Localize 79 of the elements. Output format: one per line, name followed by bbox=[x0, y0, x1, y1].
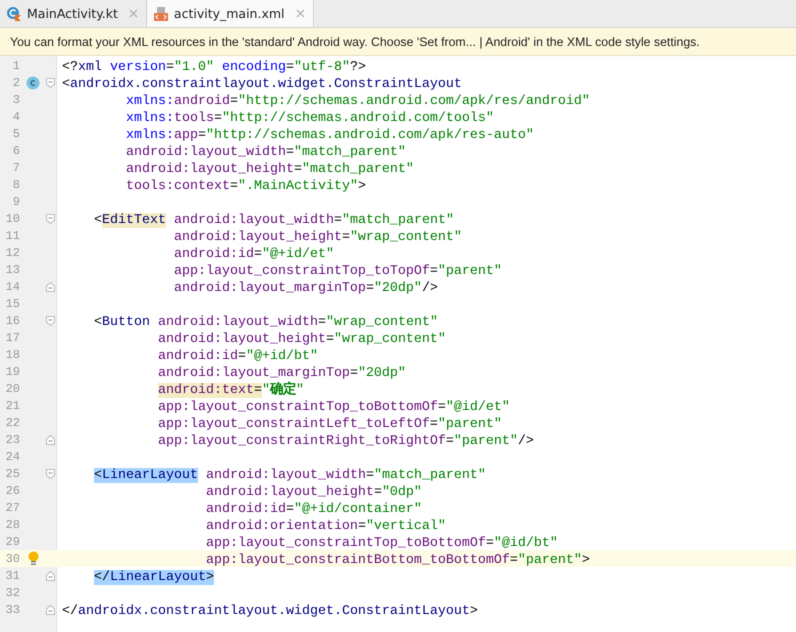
code-line: tools:context=".MainActivity"> bbox=[124, 179, 366, 194]
line-number: 29 bbox=[4, 534, 20, 548]
close-icon[interactable] bbox=[296, 9, 304, 18]
line-number: 2 bbox=[12, 76, 20, 90]
line-number: 19 bbox=[4, 364, 20, 378]
code-line: android:layout_marginTop="20dp"/> bbox=[172, 281, 438, 296]
fold-icon[interactable] bbox=[46, 78, 55, 88]
close-icon[interactable] bbox=[128, 9, 138, 18]
line-number: 31 bbox=[4, 568, 20, 582]
line-number: 7 bbox=[12, 160, 20, 174]
kotlin-file-icon bbox=[6, 6, 22, 22]
line-number: 11 bbox=[4, 228, 20, 242]
file-tab[interactable]: activity_main.xml bbox=[146, 0, 314, 27]
code-line: xmlns:tools="http://schemas.android.com/tools" bbox=[124, 111, 494, 126]
line-number: 17 bbox=[4, 330, 20, 344]
line-number: 12 bbox=[4, 246, 20, 260]
line-number: 22 bbox=[4, 416, 20, 430]
line-number: 25 bbox=[4, 466, 20, 480]
fold-icon[interactable] bbox=[46, 434, 55, 444]
line-number: 20 bbox=[4, 382, 20, 396]
line-number: 14 bbox=[4, 280, 20, 294]
code-line: android:layout_height="wrap_content" bbox=[172, 230, 462, 245]
line-number: 26 bbox=[4, 484, 20, 498]
code-line: android:layout_marginTop="20dp" bbox=[156, 366, 406, 381]
code-line: android:layout_width="match_parent" bbox=[124, 145, 406, 160]
line-number: 3 bbox=[12, 92, 20, 106]
code-line: <androidx.constraintlayout.widget.ConstraintLayout bbox=[62, 77, 462, 92]
code-line: app:layout_constraintBottom_toBottomOf="parent"> bbox=[204, 553, 590, 568]
line-number: 16 bbox=[4, 314, 20, 328]
code-line: app:layout_constraintTop_toTopOf="parent" bbox=[172, 264, 502, 279]
line-number: 23 bbox=[4, 432, 20, 446]
fold-icon[interactable] bbox=[46, 570, 55, 580]
code-line: <Button android:layout_width="wrap_content" bbox=[92, 315, 438, 330]
line-number: 13 bbox=[4, 262, 20, 276]
code-line: app:layout_constraintTop_toBottomOf="@id/et" bbox=[156, 400, 510, 415]
fold-icon[interactable] bbox=[46, 316, 55, 326]
fold-icon[interactable] bbox=[46, 468, 55, 478]
code-line: android:id="@+id/bt" bbox=[156, 349, 318, 364]
line-number: 24 bbox=[4, 450, 20, 464]
fold-icon[interactable] bbox=[46, 214, 55, 224]
line-number: 1 bbox=[12, 58, 20, 72]
fold-icon[interactable] bbox=[46, 604, 55, 614]
banner-text: You can format your XML resources in the 'standard' Android way. Choose 'Set from... | Android' in the XML code style settings. bbox=[10, 34, 700, 48]
code-line: </LinearLayout> bbox=[93, 570, 214, 585]
code-line: android:layout_height="wrap_content" bbox=[156, 332, 446, 347]
class-icon[interactable] bbox=[26, 76, 40, 90]
line-number: 33 bbox=[4, 602, 20, 616]
line-number: 8 bbox=[12, 178, 20, 192]
line-number: 21 bbox=[4, 398, 20, 412]
code-line: <?xml version="1.0" encoding="utf-8"?> bbox=[62, 60, 366, 75]
line-number: 5 bbox=[12, 126, 20, 140]
line-number: 6 bbox=[12, 144, 20, 158]
line-number: 9 bbox=[12, 194, 20, 208]
line-number: 18 bbox=[4, 348, 20, 362]
code-line: app:layout_constraintLeft_toLeftOf="parent" bbox=[156, 417, 502, 432]
line-number: 30 bbox=[4, 552, 20, 566]
line-number: 32 bbox=[4, 586, 20, 600]
code-line: <EditText android:layout_width="match_parent" bbox=[92, 213, 454, 228]
code-line: </androidx.constraintlayout.widget.ConstraintLayout> bbox=[62, 604, 478, 619]
file-tab[interactable]: MainActivity.kt bbox=[0, 0, 147, 27]
code-line: xmlns:app="http://schemas.android.com/apk/res-auto" bbox=[124, 128, 534, 143]
code-line: android:layout_height="match_parent" bbox=[124, 162, 414, 177]
line-number: 10 bbox=[4, 212, 20, 226]
fold-icon[interactable] bbox=[46, 282, 55, 292]
code-line: app:layout_constraintTop_toBottomOf="@id/bt" bbox=[204, 536, 558, 551]
line-number: 28 bbox=[4, 518, 20, 532]
code-line: <LinearLayout android:layout_width="match_parent" bbox=[93, 468, 486, 483]
code-line: android:text="确定" bbox=[156, 383, 304, 398]
lightbulb-icon[interactable] bbox=[28, 551, 38, 566]
line-number: 27 bbox=[4, 500, 20, 514]
code-line: app:layout_constraintRight_toRightOf="parent"/> bbox=[156, 434, 534, 449]
xml-file-icon bbox=[152, 6, 169, 22]
code-line: android:layout_height="0dp" bbox=[204, 485, 422, 500]
code-line: android:id="@+id/container" bbox=[204, 502, 422, 517]
code-line: android:orientation="vertical" bbox=[204, 519, 446, 534]
code-line: xmlns:android="http://schemas.android.com/apk/res/android" bbox=[124, 94, 590, 109]
line-number: 4 bbox=[12, 110, 20, 124]
line-number: 15 bbox=[4, 296, 20, 310]
code-line: android:id="@+id/et" bbox=[172, 247, 334, 262]
